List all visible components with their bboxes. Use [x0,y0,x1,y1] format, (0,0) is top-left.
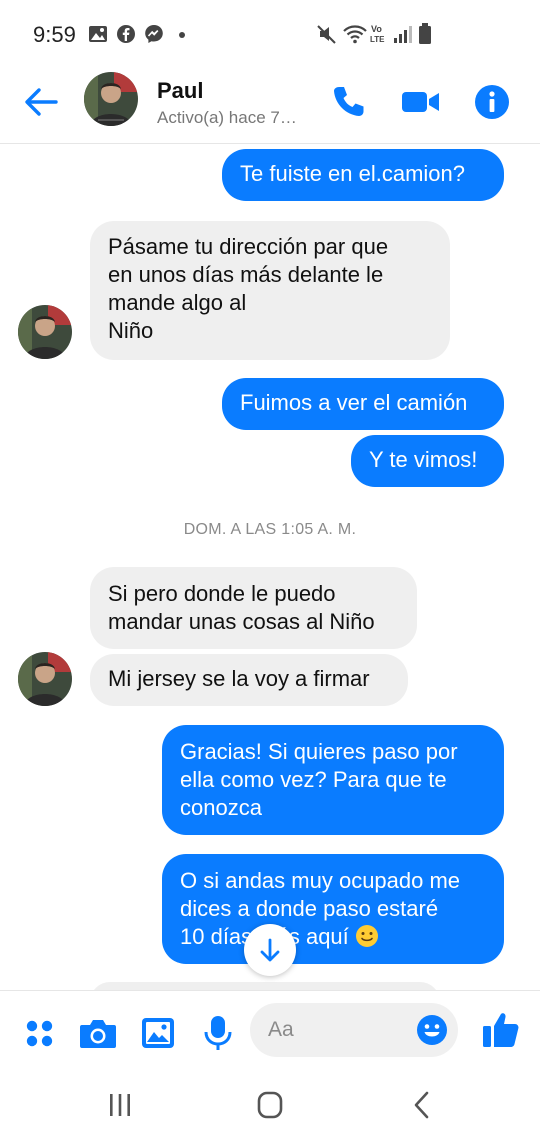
message-line: O si andas muy ocupado me [180,868,461,893]
scroll-to-bottom-button[interactable] [244,924,296,976]
incoming-message[interactable]: Mi jersey se la voy a firmar [90,654,408,706]
camera-icon[interactable] [78,1013,118,1053]
image-icon[interactable] [138,1013,178,1053]
video-camera-icon[interactable] [400,82,440,122]
slight-smile-emoji-icon [355,925,378,947]
message-composer: Aa [0,990,540,1070]
status-bar: 9:59 Vo LTE [0,0,540,70]
message-line: Pásame tu dirección par que [108,234,389,259]
arrow-down-icon [260,938,280,962]
signal-icon [394,26,412,43]
microphone-icon[interactable] [198,1013,238,1053]
home-icon[interactable] [250,1090,290,1120]
outgoing-message[interactable]: Y te vimos! [351,435,504,487]
message-line: Niño [108,318,154,343]
contact-name[interactable]: Paul [157,78,203,104]
volte-icon: Vo LTE [370,24,385,44]
back-icon[interactable] [402,1090,442,1120]
message-line: mandar unas cosas al Niño [108,609,375,634]
message-line: en unos días más delante le [108,262,384,287]
incoming-message-partial[interactable] [90,982,440,990]
phone-icon[interactable] [328,82,368,122]
outgoing-message[interactable]: Fuimos a ver el camión [222,378,504,430]
message-thread[interactable]: Te fuiste en el.camion? Pásame tu direcc… [0,145,540,990]
message-input[interactable]: Aa [250,1003,458,1057]
messenger-icon [145,25,163,43]
sender-avatar[interactable] [18,305,72,359]
message-line: conozca [180,795,262,820]
incoming-message[interactable]: Si pero donde le puedo mandar unas cosas… [90,567,417,649]
sender-avatar[interactable] [18,652,72,706]
message-line: 10 días más aquí [180,923,486,951]
message-timestamp: DOM. A LAS 1:05 A. M. [183,521,357,538]
battery-icon [419,23,431,44]
message-line: dices a donde paso estaré [180,896,439,921]
thumbs-up-icon[interactable] [480,1009,522,1051]
message-line: ella como vez? Para que te [180,767,447,792]
message-line: Gracias! Si quieres paso por [180,739,458,764]
svg-text:Vo: Vo [371,24,382,34]
outgoing-message[interactable]: O si andas muy ocupado me dices a donde … [162,854,504,964]
outgoing-message[interactable]: Te fuiste en el.camion? [222,149,504,201]
svg-text:LTE: LTE [370,35,385,44]
contact-active-status: Activo(a) hace 7… [157,108,297,127]
status-time: 9:59 [33,22,76,47]
emoji-icon[interactable] [416,1014,448,1046]
info-icon[interactable] [472,82,512,122]
incoming-message[interactable]: Pásame tu dirección par que en unos días… [90,221,450,360]
message-line: mande algo al [108,290,247,315]
message-input-placeholder: Aa [268,1018,294,1041]
outgoing-message[interactable]: Gracias! Si quieres paso por ella como v… [162,725,504,835]
apps-icon[interactable] [20,1013,60,1053]
message-line: Si pero donde le puedo [108,581,336,606]
mute-icon [317,25,336,44]
system-navigation-bar [0,1070,540,1140]
gallery-icon [89,26,107,42]
wifi-icon [343,25,367,44]
back-arrow-icon[interactable] [22,82,62,122]
conversation-header: Paul Activo(a) hace 7… [0,70,540,144]
recent-apps-icon[interactable] [100,1090,140,1120]
contact-avatar[interactable] [84,72,138,126]
facebook-icon [117,25,135,43]
dot-icon [179,32,185,38]
